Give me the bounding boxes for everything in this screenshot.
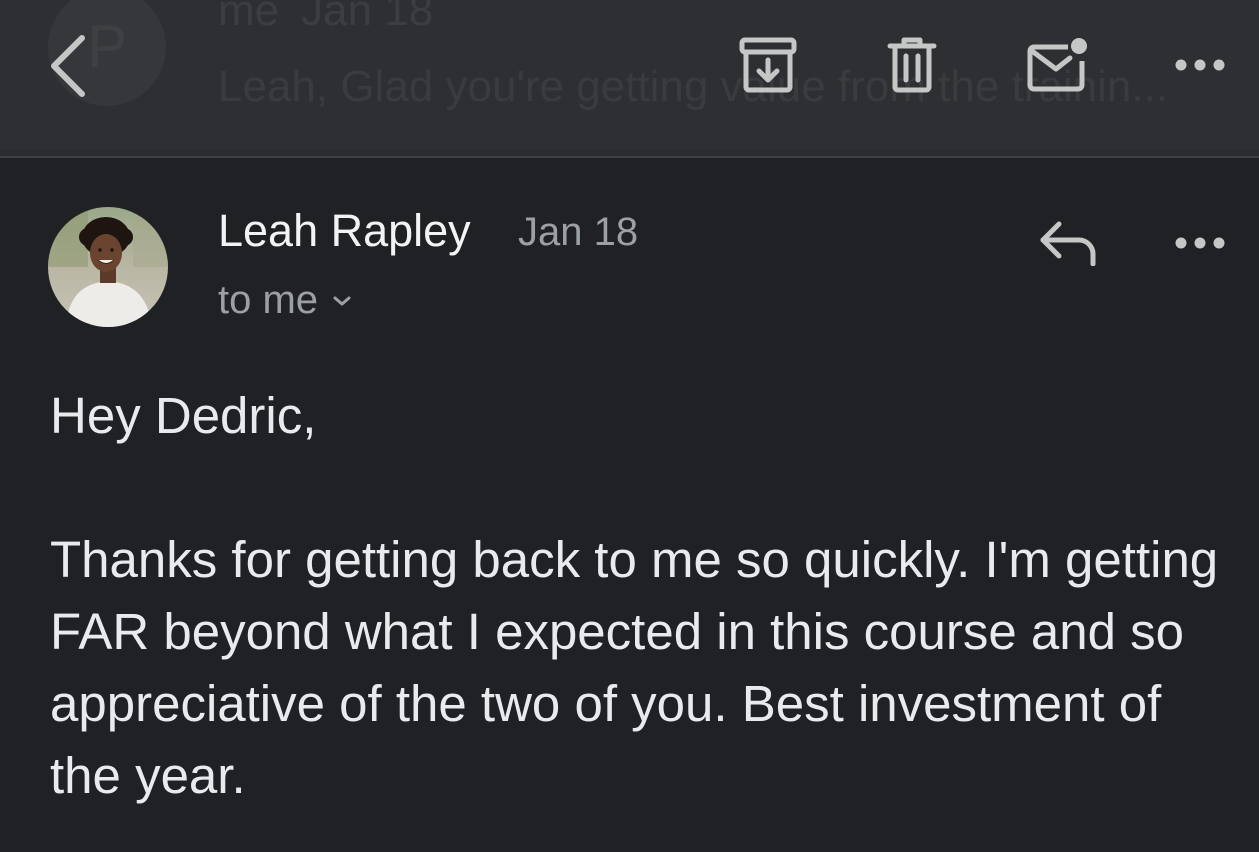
chevron-down-icon: [332, 295, 352, 307]
message-more-button[interactable]: [1166, 218, 1234, 268]
sender-photo: [48, 207, 168, 327]
archive-icon: [739, 37, 797, 93]
previous-message-sender: me: [218, 0, 280, 35]
sender-avatar[interactable]: [48, 207, 168, 327]
more-options-button[interactable]: [1166, 40, 1234, 90]
recipient-label: to me: [218, 278, 319, 322]
toolbar-divider: [0, 150, 1259, 158]
trash-icon: [887, 37, 937, 93]
previous-message-date: Jan 18: [301, 0, 434, 35]
reply-icon: [1040, 221, 1096, 266]
message-date: Jan 18: [518, 210, 639, 254]
message-greeting: Hey Dedric,: [50, 387, 317, 444]
reply-button[interactable]: [1036, 214, 1100, 272]
more-horizontal-icon: [1175, 59, 1225, 71]
message-body: Hey Dedric, Thanks for getting back to m…: [50, 380, 1230, 812]
recipient-details-toggle[interactable]: to me: [218, 278, 352, 323]
top-toolbar: P me Jan 18 Leah, Glad you're getting val…: [0, 0, 1259, 150]
previous-message-header: me Jan 18: [218, 0, 433, 36]
more-horizontal-icon: [1175, 237, 1225, 249]
archive-button[interactable]: [730, 30, 806, 100]
delete-button[interactable]: [876, 30, 948, 100]
mail-unread-icon: [1027, 38, 1087, 92]
chevron-left-icon: [51, 35, 85, 97]
back-button[interactable]: [36, 28, 100, 104]
message-paragraph: Thanks for getting back to me so quickly…: [50, 531, 1219, 804]
mark-unread-button[interactable]: [1018, 30, 1098, 100]
sender-name[interactable]: Leah Rapley: [218, 205, 471, 257]
